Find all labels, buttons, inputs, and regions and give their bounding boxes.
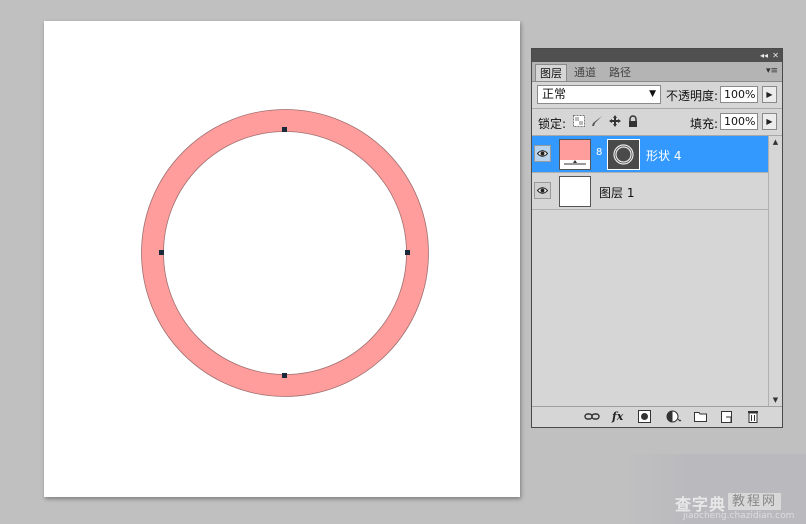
document-canvas[interactable]	[44, 21, 520, 497]
add-mask-icon[interactable]	[638, 410, 651, 423]
vector-mask-thumbnail[interactable]	[607, 139, 640, 170]
new-group-icon[interactable]	[694, 410, 707, 423]
watermark-url: jiaocheng.chazidian.com	[683, 511, 795, 521]
fill-swatch-icon	[560, 160, 590, 169]
layer-thumbnail[interactable]	[559, 176, 591, 207]
tab-paths[interactable]: 路径	[605, 64, 635, 81]
ring-shape[interactable]	[44, 21, 520, 497]
fx-icon[interactable]: fx	[612, 410, 623, 423]
fill-input[interactable]: 100%	[720, 113, 758, 130]
layer-row-layer1[interactable]: 图层 1	[532, 173, 768, 210]
visibility-toggle[interactable]	[534, 182, 551, 199]
eye-icon	[537, 150, 548, 157]
adjustment-icon[interactable]	[666, 410, 682, 423]
layer-thumbnail[interactable]	[559, 139, 591, 170]
scroll-up-icon[interactable]: ▲	[769, 136, 782, 148]
visibility-toggle[interactable]	[534, 145, 551, 162]
chain-link-icon[interactable]: 8	[596, 147, 602, 158]
trash-icon[interactable]	[747, 410, 759, 423]
new-layer-icon[interactable]	[721, 410, 734, 423]
anchor-point-left[interactable]	[159, 250, 164, 255]
lock-transparency-icon[interactable]	[573, 115, 585, 127]
ring-fill	[141, 109, 429, 397]
lock-position-icon[interactable]	[609, 115, 621, 127]
dropdown-arrow-icon: ▼	[649, 89, 656, 99]
anchor-point-top[interactable]	[282, 127, 287, 132]
lock-label: 锁定:	[538, 117, 567, 131]
scroll-down-icon[interactable]: ▼	[769, 394, 782, 406]
fill-label: 填充:	[690, 117, 719, 131]
lock-all-icon[interactable]	[627, 115, 639, 127]
panel-menu-icon[interactable]: ▾≡	[766, 66, 778, 76]
tab-layers[interactable]: 图层	[535, 64, 567, 81]
lock-fill-row: 锁定: 填充: 100% ▶	[532, 109, 782, 136]
layer-name[interactable]: 形状 4	[646, 147, 681, 164]
layers-bottom-toolbar: fx	[532, 406, 782, 427]
vector-mask-icon	[613, 144, 634, 165]
anchor-point-right[interactable]	[405, 250, 410, 255]
collapse-icon[interactable]: ◂◂	[760, 50, 768, 61]
layers-list: 8 形状 4 图层 1	[532, 136, 782, 408]
blend-mode-select[interactable]: 正常 ▼	[537, 85, 661, 104]
ring-inner-edge	[163, 131, 407, 375]
layer-name[interactable]: 图层 1	[599, 184, 634, 201]
opacity-label: 不透明度:	[666, 89, 719, 103]
layers-scrollbar[interactable]: ▲ ▼	[768, 136, 782, 408]
blend-opacity-row: 正常 ▼ 不透明度: 100% ▶	[532, 82, 782, 109]
eye-icon	[537, 187, 548, 194]
fill-slider-button[interactable]: ▶	[762, 113, 777, 130]
layer-row-shape4[interactable]: 8 形状 4	[532, 136, 768, 173]
panel-tabbar: 图层 通道 路径 ▾≡	[532, 62, 782, 82]
anchor-point-bottom[interactable]	[282, 373, 287, 378]
opacity-slider-button[interactable]: ▶	[762, 86, 777, 103]
blend-mode-value: 正常	[542, 87, 567, 101]
opacity-input[interactable]: 100%	[720, 86, 758, 103]
tab-channels[interactable]: 通道	[570, 64, 600, 81]
layers-panel: ◂◂ ✕ 图层 通道 路径 ▾≡ 正常 ▼ 不透明度: 100% ▶ 锁定: 填…	[531, 48, 783, 428]
close-icon[interactable]: ✕	[772, 50, 779, 61]
link-layers-icon[interactable]	[584, 410, 600, 423]
panel-titlebar[interactable]: ◂◂ ✕	[532, 49, 782, 62]
watermark-box: 教程网	[728, 493, 782, 510]
lock-pixels-icon[interactable]	[591, 115, 603, 127]
